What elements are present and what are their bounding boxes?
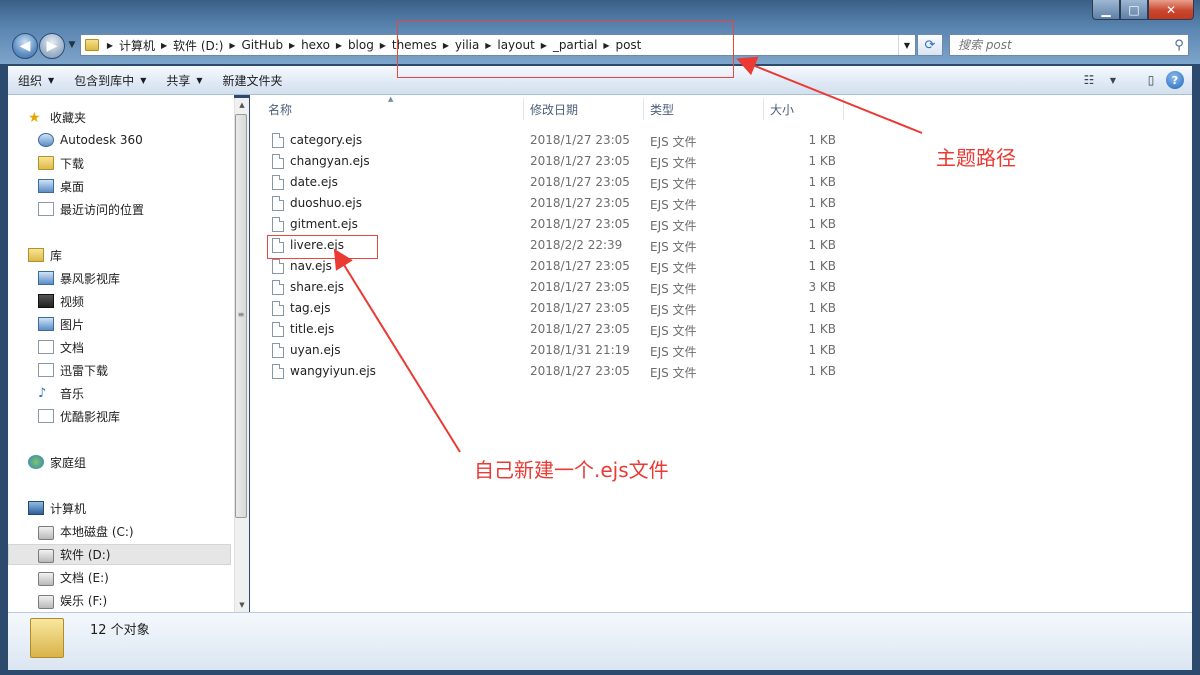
annotation-arrows xyxy=(333,56,923,453)
arrow-to-file xyxy=(333,248,461,453)
annotation-theme-path: 主题路径 xyxy=(936,146,1016,170)
arrow-to-path xyxy=(736,56,923,134)
annotation-new-file: 自己新建一个.ejs文件 xyxy=(474,458,669,482)
